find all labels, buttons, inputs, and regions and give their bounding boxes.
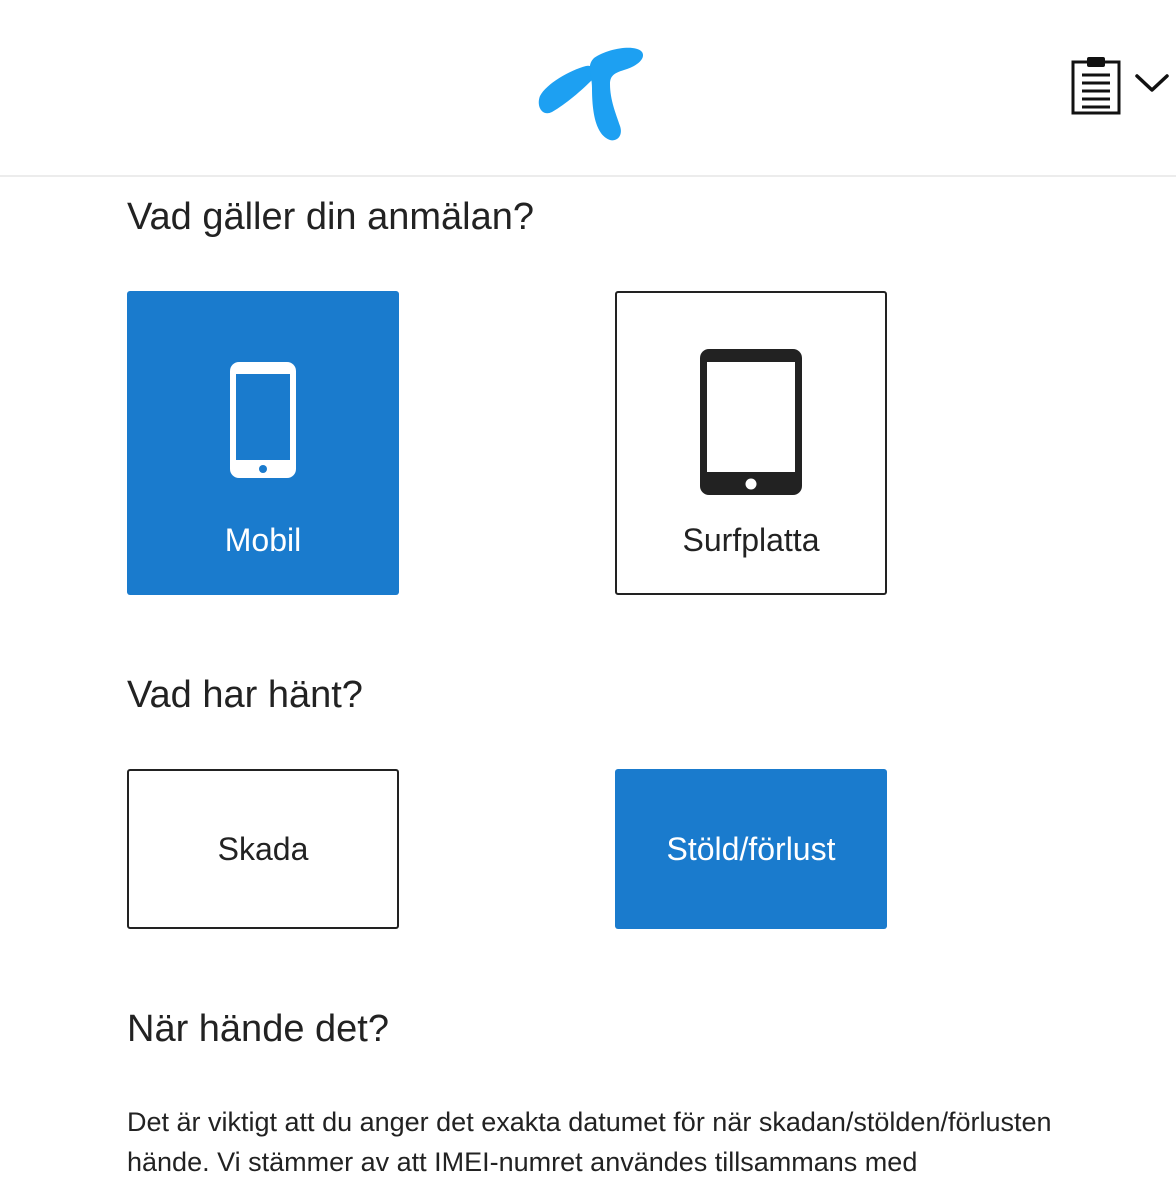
option-skada-label: Skada [217,831,309,867]
smartphone-icon [230,362,296,478]
option-surfplatta-button[interactable]: Surfplatta [615,291,887,595]
option-surfplatta-label: Surfplatta [682,522,820,558]
date-section-heading: När hände det? [127,1008,389,1050]
device-section-heading: Vad gäller din anmälan? [127,196,535,238]
page-header [0,0,1176,177]
incident-section-heading: Vad har hänt? [127,674,363,716]
option-skada-button[interactable]: Skada [127,769,399,929]
telenor-logo-icon[interactable] [536,44,646,144]
chevron-down-icon [1135,74,1169,92]
option-mobil-button[interactable]: Mobil [127,291,399,595]
option-stold-forlust-button[interactable]: Stöld/förlust [615,769,887,929]
option-stold-forlust-label: Stöld/förlust [666,831,836,867]
tablet-icon [700,349,802,495]
date-description-text: Det är viktigt att du anger det exakta d… [127,1107,1052,1177]
clipboard-list-icon [1071,57,1121,115]
menu-toggle-button[interactable] [1062,50,1176,120]
option-mobil-label: Mobil [224,522,302,558]
